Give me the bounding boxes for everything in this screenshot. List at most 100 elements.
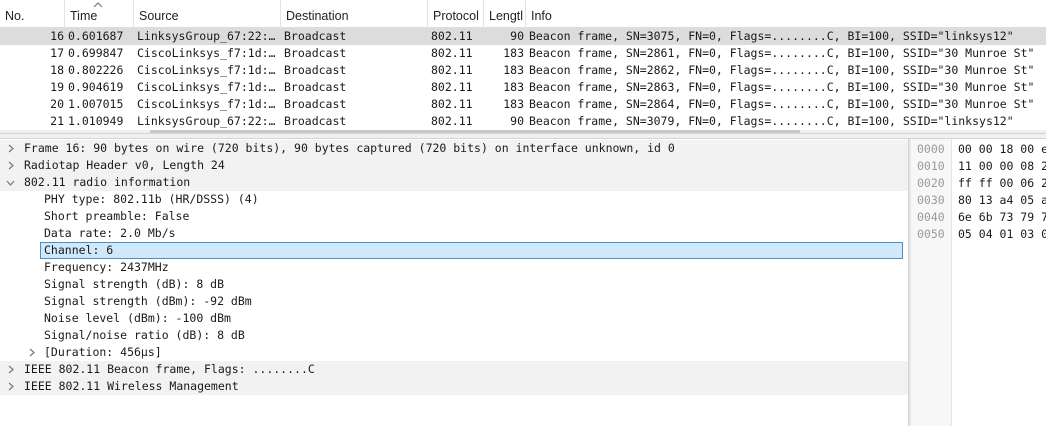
column-header-info[interactable]: Info: [526, 0, 1046, 28]
column-header-time[interactable]: Time: [65, 0, 134, 28]
tree-item-label: Frame 16: 90 bytes on wire (720 bits), 9…: [24, 141, 675, 155]
tree-item-label: Signal strength (dB): 8 dB: [44, 277, 225, 291]
hex-bytes[interactable]: 11 00 00 08 2: [958, 158, 1046, 175]
hex-bytes[interactable]: ff ff 00 06 2: [958, 175, 1046, 192]
packet-source: CiscoLinksys_f7:1d:…: [137, 63, 276, 77]
packet-protocol: 802.11: [431, 29, 473, 43]
hex-offset-column: 0000 0010 0020 0030 0040 0050: [911, 139, 952, 426]
packet-info: Beacon frame, SN=2861, FN=0, Flags=.....…: [529, 46, 1035, 60]
packet-time: 0.601687: [68, 29, 124, 43]
packet-info: Beacon frame, SN=2862, FN=0, Flags=.....…: [529, 63, 1035, 77]
hex-bytes[interactable]: 80 13 a4 05 a: [958, 192, 1046, 209]
chevron-right-icon[interactable]: [6, 144, 15, 153]
column-header-length[interactable]: Lengtl: [484, 0, 526, 28]
packet-destination: Broadcast: [284, 97, 347, 111]
tree-item-label: Channel: 6: [44, 243, 114, 257]
packet-source: CiscoLinksys_f7:1d:…: [137, 97, 276, 111]
packet-destination: Broadcast: [284, 63, 347, 77]
packet-info: Beacon frame, SN=3079, FN=0, Flags=.....…: [529, 114, 1014, 128]
tree-item-label: [Duration: 456µs]: [44, 345, 162, 359]
packet-info: Beacon frame, SN=2864, FN=0, Flags=.....…: [529, 97, 1035, 111]
tree-item-frame[interactable]: Frame 16: 90 bytes on wire (720 bits), 9…: [0, 140, 908, 157]
hex-offset: 0020: [917, 176, 945, 190]
column-header-destination[interactable]: Destination: [281, 0, 428, 28]
sort-ascending-icon: [93, 2, 103, 8]
hex-dump-pane[interactable]: 0000 0010 0020 0030 0040 0050 00 00 18 0…: [911, 139, 1046, 426]
column-label: Source: [139, 9, 179, 23]
column-label: Info: [531, 9, 552, 23]
packet-details-tree[interactable]: Frame 16: 90 bytes on wire (720 bits), 9…: [0, 139, 908, 426]
hex-offset: 0010: [917, 159, 945, 173]
column-header-no[interactable]: No.: [0, 0, 65, 28]
chevron-right-icon[interactable]: [6, 382, 15, 391]
tree-item-frequency[interactable]: Frequency: 2437MHz: [0, 259, 908, 276]
tree-item-label: 802.11 radio information: [24, 175, 191, 189]
packet-no: 16: [50, 29, 64, 43]
column-label: No.: [5, 9, 25, 23]
tree-item-wireless-management[interactable]: IEEE 802.11 Wireless Management: [0, 378, 908, 395]
packet-row[interactable]: 19 0.904619 CiscoLinksys_f7:1d:… Broadca…: [0, 79, 1046, 96]
packet-source: CiscoLinksys_f7:1d:…: [137, 80, 276, 94]
tree-item-duration[interactable]: [Duration: 456µs]: [0, 344, 908, 361]
packet-row[interactable]: 21 1.010949 LinksysGroup_67:22:… Broadca…: [0, 113, 1046, 130]
hex-bytes[interactable]: 05 04 01 03 0: [958, 226, 1046, 243]
tree-item-label: IEEE 802.11 Wireless Management: [24, 379, 239, 393]
hex-offset: 0000: [917, 142, 945, 156]
tree-item-signal-noise-ratio[interactable]: Signal/noise ratio (dB): 8 dB: [0, 327, 908, 344]
column-header-source[interactable]: Source: [134, 0, 281, 28]
tree-item-label: Frequency: 2437MHz: [44, 260, 169, 274]
tree-item-radio-information[interactable]: 802.11 radio information: [0, 174, 908, 191]
column-header-protocol[interactable]: Protocol: [428, 0, 484, 28]
selection-highlight: [40, 242, 903, 259]
tree-item-channel-selected[interactable]: Channel: 6: [0, 242, 908, 259]
packet-length: 183: [503, 80, 524, 94]
packet-protocol: 802.11: [431, 97, 473, 111]
packet-time: 0.904619: [68, 80, 124, 94]
packet-no: 19: [50, 80, 64, 94]
tree-item-radiotap-header[interactable]: Radiotap Header v0, Length 24: [0, 157, 908, 174]
packet-length: 183: [503, 63, 524, 77]
packet-protocol: 802.11: [431, 80, 473, 94]
tree-item-phy-type[interactable]: PHY type: 802.11b (HR/DSSS) (4): [0, 191, 908, 208]
packet-list[interactable]: No. Time Source Destination Protocol Len…: [0, 0, 1046, 133]
tree-item-label: PHY type: 802.11b (HR/DSSS) (4): [44, 192, 259, 206]
chevron-right-icon[interactable]: [6, 365, 15, 374]
tree-item-beacon-frame[interactable]: IEEE 802.11 Beacon frame, Flags: .......…: [0, 361, 908, 378]
tree-item-data-rate[interactable]: Data rate: 2.0 Mb/s: [0, 225, 908, 242]
packet-length: 90: [510, 29, 524, 43]
chevron-right-icon[interactable]: [6, 161, 15, 170]
packet-protocol: 802.11: [431, 114, 473, 128]
packet-info: Beacon frame, SN=3075, FN=0, Flags=.....…: [529, 29, 1014, 43]
packet-source: CiscoLinksys_f7:1d:…: [137, 46, 276, 60]
packet-source: LinksysGroup_67:22:…: [137, 29, 276, 43]
packet-time: 0.802226: [68, 63, 124, 77]
packet-row[interactable]: 17 0.699847 CiscoLinksys_f7:1d:… Broadca…: [0, 45, 1046, 62]
packet-protocol: 802.11: [431, 63, 473, 77]
tree-item-label: Signal/noise ratio (dB): 8 dB: [44, 328, 245, 342]
packet-info: Beacon frame, SN=2863, FN=0, Flags=.....…: [529, 80, 1035, 94]
chevron-right-icon[interactable]: [27, 348, 36, 357]
packet-no: 20: [50, 97, 64, 111]
column-label: Protocol: [433, 9, 479, 23]
tree-item-signal-strength-dbm[interactable]: Signal strength (dBm): -92 dBm: [0, 293, 908, 310]
packet-time: 0.699847: [68, 46, 124, 60]
tree-item-short-preamble[interactable]: Short preamble: False: [0, 208, 908, 225]
chevron-down-icon[interactable]: [6, 178, 15, 187]
packet-source: LinksysGroup_67:22:…: [137, 114, 276, 128]
packet-protocol: 802.11: [431, 46, 473, 60]
packet-row-selected[interactable]: 16 0.601687 LinksysGroup_67:22:… Broadca…: [0, 28, 1046, 45]
packet-row[interactable]: 20 1.007015 CiscoLinksys_f7:1d:… Broadca…: [0, 96, 1046, 113]
packet-no: 21: [50, 114, 64, 128]
tree-item-signal-strength-db[interactable]: Signal strength (dB): 8 dB: [0, 276, 908, 293]
packet-destination: Broadcast: [284, 80, 347, 94]
tree-item-label: Noise level (dBm): -100 dBm: [44, 311, 231, 325]
tree-item-noise-level[interactable]: Noise level (dBm): -100 dBm: [0, 310, 908, 327]
packet-row[interactable]: 18 0.802226 CiscoLinksys_f7:1d:… Broadca…: [0, 62, 1046, 79]
hex-bytes[interactable]: 00 00 18 00 e: [958, 141, 1046, 158]
packet-destination: Broadcast: [284, 114, 347, 128]
hex-offset: 0040: [917, 210, 945, 224]
packet-length: 183: [503, 46, 524, 60]
hex-bytes[interactable]: 6e 6b 73 79 7: [958, 209, 1046, 226]
packet-no: 18: [50, 63, 64, 77]
column-label: Destination: [286, 9, 349, 23]
